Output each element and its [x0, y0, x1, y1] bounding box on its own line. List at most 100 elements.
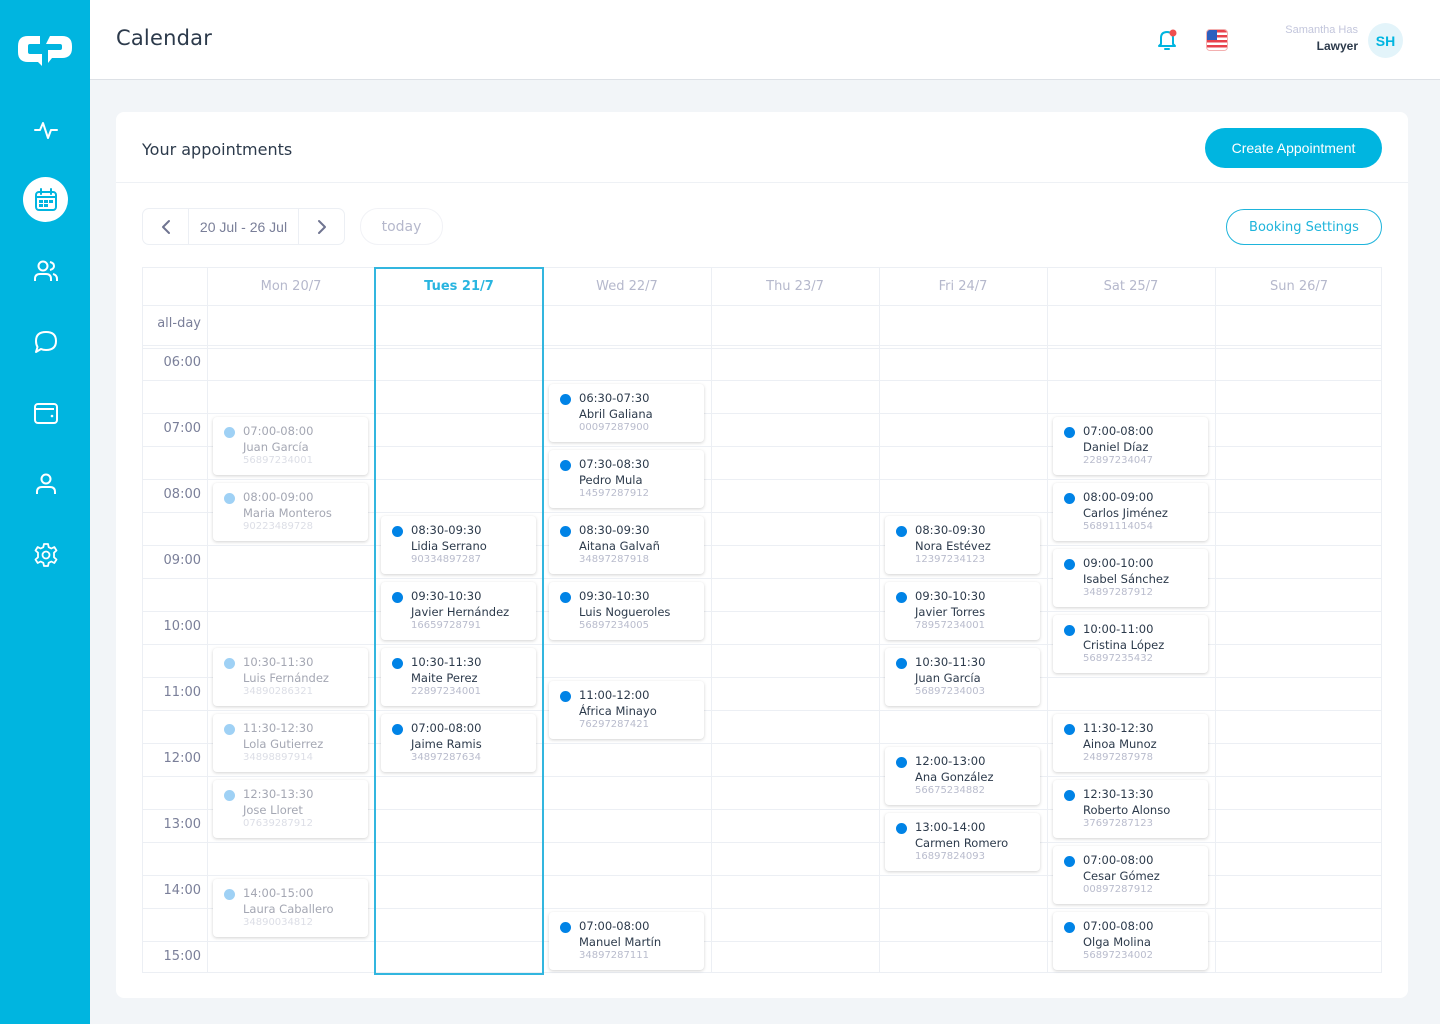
us-flag-icon[interactable]: [1206, 29, 1228, 51]
avatar[interactable]: SH: [1368, 23, 1403, 58]
appointment-client-name: Nora Estévez: [915, 539, 991, 553]
slot-divider: [143, 611, 1381, 612]
appointment-card[interactable]: 08:30-09:30 Nora Estévez 12397234123: [885, 516, 1040, 574]
day-header[interactable]: Sat 25/7: [1047, 268, 1215, 305]
slot-divider: [143, 413, 1381, 414]
appointment-card[interactable]: 09:30-10:30 Javier Torres 78957234001: [885, 582, 1040, 640]
status-dot-icon: [224, 427, 235, 438]
appointment-card[interactable]: 07:00-08:00 Olga Molina 56897234002: [1053, 912, 1208, 970]
appointment-card[interactable]: 10:30-11:30 Juan García 56897234003: [885, 648, 1040, 706]
week-navigator: 20 Jul - 26 Jul: [142, 208, 345, 245]
appointment-time: 07:00-08:00: [1083, 919, 1154, 933]
sidebar-item-clients[interactable]: [23, 248, 68, 293]
appointment-client-name: Cesar Gómez: [1083, 869, 1160, 883]
prev-week-button[interactable]: [143, 209, 188, 244]
cp-logo-icon[interactable]: [16, 32, 74, 66]
appointment-client-name: Maria Monteros: [243, 506, 332, 520]
appointment-card[interactable]: 14:00-15:00 Laura Caballero 34890034812: [213, 879, 368, 937]
appointment-time: 11:00-12:00: [579, 688, 650, 702]
appointment-phone: 90223489728: [243, 521, 313, 532]
appointment-card[interactable]: 11:30-12:30 Ainoa Munoz 24897287978: [1053, 714, 1208, 772]
appointment-phone: 56897234003: [915, 686, 985, 697]
appointment-card[interactable]: 07:00-08:00 Jaime Ramis 34897287634: [381, 714, 536, 772]
appointment-card[interactable]: 10:00-11:00 Cristina López 56897235432: [1053, 615, 1208, 673]
appointment-card[interactable]: 07:00-08:00 Cesar Gómez 00897287912: [1053, 846, 1208, 904]
today-button[interactable]: today: [360, 208, 443, 245]
appointment-card[interactable]: 08:00-09:00 Maria Monteros 90223489728: [213, 483, 368, 541]
status-dot-icon: [1064, 559, 1075, 570]
sidebar-item-messages[interactable]: [23, 319, 68, 364]
slot-divider: [143, 842, 1381, 843]
day-header[interactable]: Sun 26/7: [1215, 268, 1383, 305]
hour-label: 13:00: [163, 817, 201, 832]
sidebar-item-wallet[interactable]: [23, 390, 68, 435]
appointment-phone: 34890034812: [243, 917, 313, 928]
status-dot-icon: [392, 592, 403, 603]
appointment-card[interactable]: 07:00-08:00 Manuel Martín 34897287111: [549, 912, 704, 970]
appointment-card[interactable]: 09:00-10:00 Isabel Sánchez 34897287912: [1053, 549, 1208, 607]
appointment-card[interactable]: 07:00-08:00 Daniel Díaz 22897234047: [1053, 417, 1208, 475]
appointment-client-name: Abril Galiana: [579, 407, 653, 421]
bell-icon[interactable]: [1156, 28, 1178, 52]
column-divider: [375, 268, 376, 972]
appointment-card[interactable]: 12:30-13:30 Roberto Alonso 37697287123: [1053, 780, 1208, 838]
next-week-button[interactable]: [299, 209, 344, 244]
gear-icon: [34, 542, 57, 567]
status-dot-icon: [560, 922, 571, 933]
appointment-phone: 12397234123: [915, 554, 985, 565]
sidebar-item-profile[interactable]: [23, 461, 68, 506]
appointment-card[interactable]: 11:00-12:00 África Minayo 76297287421: [549, 681, 704, 739]
day-header[interactable]: Tues 21/7: [375, 268, 543, 305]
appointment-time: 10:30-11:30: [915, 655, 986, 669]
appointment-card[interactable]: 09:30-10:30 Luis Nogueroles 56897234005: [549, 582, 704, 640]
slot-divider: [143, 479, 1381, 480]
appointment-card[interactable]: 10:30-11:30 Luis Fernández 34890286321: [213, 648, 368, 706]
appointment-card[interactable]: 07:30-08:30 Pedro Mula 14597287912: [549, 450, 704, 508]
day-header[interactable]: Fri 24/7: [879, 268, 1047, 305]
appointment-phone: 37697287123: [1083, 818, 1153, 829]
booking-settings-button[interactable]: Booking Settings: [1226, 209, 1382, 245]
appointment-client-name: Juan García: [915, 671, 981, 685]
appointment-phone: 34898897914: [243, 752, 313, 763]
top-bar: Calendar Samantha Has Lawyer SH: [90, 0, 1440, 80]
appointment-card[interactable]: 13:00-14:00 Carmen Romero 16897824093: [885, 813, 1040, 871]
appointment-card[interactable]: 08:30-09:30 Lidia Serrano 90334897287: [381, 516, 536, 574]
appointment-card[interactable]: 11:30-12:30 Lola Gutierrez 34898897914: [213, 714, 368, 772]
day-header[interactable]: Thu 23/7: [711, 268, 879, 305]
sidebar-item-calendar[interactable]: [23, 177, 68, 222]
appointment-card[interactable]: 12:00-13:00 Ana González 56675234882: [885, 747, 1040, 805]
day-header[interactable]: Wed 22/7: [543, 268, 711, 305]
user-name: Samantha Has: [1285, 24, 1358, 36]
appointment-time: 08:30-09:30: [579, 523, 650, 537]
create-appointment-button[interactable]: Create Appointment: [1205, 128, 1382, 168]
page-title: Calendar: [116, 26, 213, 50]
appointment-client-name: Luis Fernández: [243, 671, 329, 685]
appointment-client-name: Javier Hernández: [411, 605, 510, 619]
appointment-card[interactable]: 10:30-11:30 Maite Perez 22897234001: [381, 648, 536, 706]
status-dot-icon: [896, 526, 907, 537]
appointment-time: 11:30-12:30: [243, 721, 314, 735]
appointment-card[interactable]: 12:30-13:30 Jose Lloret 07639287912: [213, 780, 368, 838]
appointment-card[interactable]: 09:30-10:30 Javier Hernández 16659728791: [381, 582, 536, 640]
appointment-client-name: Carlos Jiménez: [1083, 506, 1168, 520]
status-dot-icon: [392, 526, 403, 537]
appointment-phone: 00897287912: [1083, 884, 1153, 895]
appointment-time: 10:30-11:30: [411, 655, 482, 669]
chat-icon: [34, 330, 57, 353]
appointments-title: Your appointments: [142, 140, 293, 159]
appointment-card[interactable]: 08:30-09:30 Aitana Galvañ 34897287918: [549, 516, 704, 574]
appointment-phone: 90334897287: [411, 554, 481, 565]
sidebar-item-settings[interactable]: [23, 532, 68, 577]
appointment-card[interactable]: 07:00-08:00 Juan García 56897234001: [213, 417, 368, 475]
status-dot-icon: [896, 658, 907, 669]
appointment-card[interactable]: 08:00-09:00 Carlos Jiménez 56891114054: [1053, 483, 1208, 541]
appointment-client-name: Roberto Alonso: [1083, 803, 1171, 817]
appointment-card[interactable]: 06:30-07:30 Abril Galiana 00097287900: [549, 384, 704, 442]
appointment-client-name: Ainoa Munoz: [1083, 737, 1157, 751]
status-dot-icon: [1064, 790, 1075, 801]
column-divider: [1215, 268, 1216, 972]
day-header[interactable]: Mon 20/7: [207, 268, 375, 305]
sidebar-item-activity[interactable]: [23, 107, 68, 152]
appointment-phone: 34897287634: [411, 752, 481, 763]
hour-label: 07:00: [163, 421, 201, 436]
